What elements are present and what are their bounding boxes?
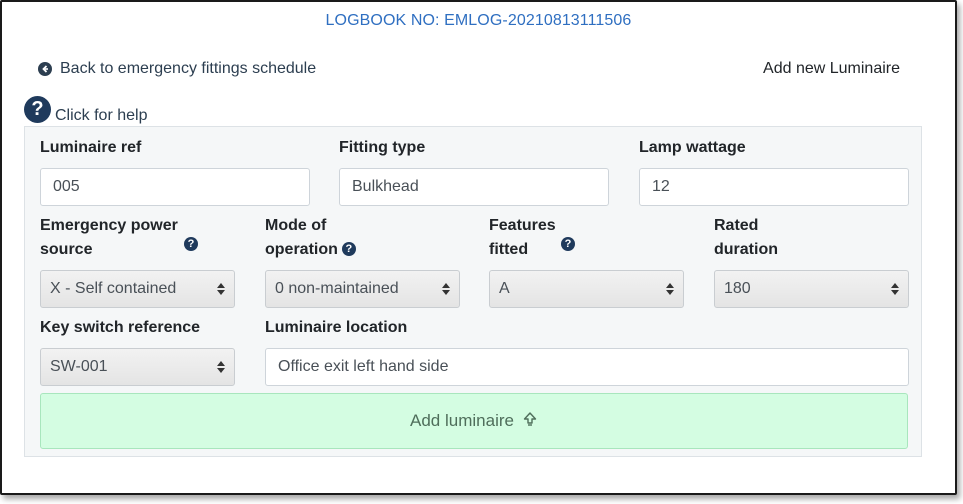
luminaire-ref-label: Luminaire ref bbox=[40, 139, 142, 156]
help-link-label: Click for help bbox=[55, 107, 148, 124]
question-circle-icon[interactable]: ? bbox=[561, 237, 575, 251]
emergency-power-source-label: Emergency power source ? bbox=[40, 214, 220, 262]
app-window: LOGBOOK NO: EMLOG-20210813111506 Back to… bbox=[0, 0, 957, 495]
question-circle-icon[interactable]: ? bbox=[341, 241, 356, 256]
emergency-power-source-select[interactable]: X - Self contained bbox=[40, 270, 235, 308]
back-to-schedule-link[interactable]: Back to emergency fittings schedule bbox=[38, 60, 316, 78]
question-circle-icon: ? bbox=[24, 96, 51, 123]
luminaire-location-label: Luminaire location bbox=[265, 319, 408, 336]
upload-arrow-icon bbox=[522, 411, 538, 432]
lamp-wattage-label: Lamp wattage bbox=[639, 139, 746, 156]
select-arrows-icon bbox=[666, 283, 674, 295]
select-arrows-icon bbox=[891, 283, 899, 295]
features-fitted-label: Features fitted ? bbox=[489, 214, 575, 262]
fitting-type-input[interactable]: Bulkhead bbox=[339, 168, 609, 206]
help-link[interactable]: ? Click for help bbox=[24, 96, 148, 124]
features-fitted-select[interactable]: A bbox=[489, 270, 684, 308]
rated-duration-select[interactable]: 180 bbox=[714, 270, 909, 308]
fitting-type-label: Fitting type bbox=[339, 139, 426, 156]
page-title: Add new Luminaire bbox=[763, 60, 900, 77]
key-switch-reference-select[interactable]: SW-001 bbox=[40, 348, 235, 386]
add-luminaire-label: Add luminaire bbox=[410, 411, 514, 430]
question-circle-icon[interactable]: ? bbox=[184, 237, 198, 251]
luminaire-location-input[interactable]: Office exit left hand side bbox=[265, 348, 909, 386]
luminaire-ref-input[interactable]: 005 bbox=[40, 168, 310, 206]
select-arrows-icon bbox=[442, 283, 450, 295]
select-arrows-icon bbox=[217, 283, 225, 295]
luminaire-form: Luminaire ref 005 Fitting type Bulkhead … bbox=[24, 126, 922, 457]
key-switch-reference-label: Key switch reference bbox=[40, 319, 201, 336]
rated-duration-label: Rated duration bbox=[714, 217, 778, 258]
select-arrows-icon bbox=[217, 361, 225, 373]
mode-of-operation-label: Mode of operation? bbox=[265, 214, 356, 262]
circle-arrow-left-icon bbox=[38, 62, 52, 76]
back-link-label: Back to emergency fittings schedule bbox=[60, 60, 317, 77]
mode-of-operation-select[interactable]: 0 non-maintained bbox=[265, 270, 460, 308]
logbook-number: LOGBOOK NO: EMLOG-20210813111506 bbox=[325, 12, 632, 29]
add-luminaire-button[interactable]: Add luminaire bbox=[40, 393, 908, 449]
lamp-wattage-input[interactable]: 12 bbox=[639, 168, 909, 206]
